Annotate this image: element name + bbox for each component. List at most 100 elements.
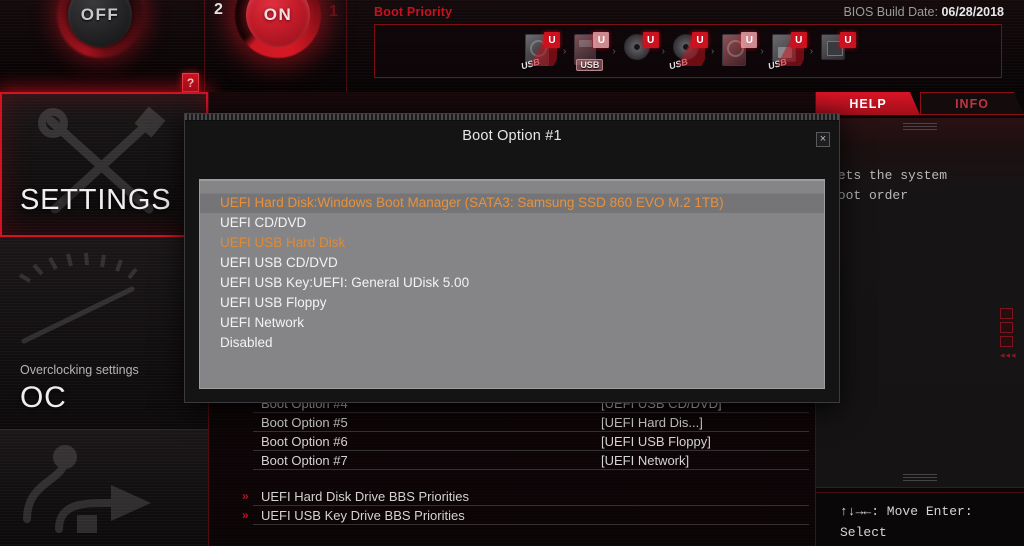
boot-option-list-item[interactable]: UEFI CD/DVD [200,213,824,233]
boot-priority-title: Boot Priority [374,5,453,19]
xmp-profile-2-number: 2 [214,1,223,18]
help-question-button[interactable]: ? [182,73,199,92]
tab-help-label: HELP [849,96,887,111]
boot-option-label: Boot Option #7 [261,452,348,468]
boot-option-list-item[interactable]: UEFI USB Key:UEFI: General UDisk 5.00 [200,273,824,293]
boot-device-uefi-usb-key[interactable]: USB U [569,31,610,71]
sidebar-tile-oc-subtitle: Overclocking settings [20,363,139,377]
tab-help[interactable]: HELP [816,92,920,115]
game-boost-cell[interactable]: OFF [0,0,205,92]
boot-order-chevron-icon: › [760,45,764,57]
game-boost-dial[interactable]: OFF [57,0,143,58]
xmp-dial[interactable]: ON [235,0,321,58]
boot-device-uefi-network[interactable]: U [816,31,857,71]
help-text: Sets the system boot order [830,168,948,203]
dialog-title: Boot Option #1 [462,128,562,144]
boot-option-row[interactable]: Boot Option #6 [UEFI USB Floppy] [253,432,809,451]
bios-build-date: BIOS Build Date: 06/28/2018 [843,5,1004,19]
sidebar-tile-settings[interactable]: SETTINGS [0,92,208,237]
edge-arrows-icon: ◂◂◂ [1000,350,1017,360]
boot-option-value: [UEFI Network] [601,452,690,468]
sidebar-tile-oc-label: OC [20,381,67,414]
uefi-badge-icon: U [642,32,659,48]
bbs-priority-label: UEFI Hard Disk Drive BBS Priorities [261,488,470,504]
boot-device-icon-row: USB U › USB U › U › USB U › U › USB U › U [520,31,857,71]
help-panel: Sets the system boot order ◂◂◂ [816,118,1024,488]
edge-square-icon [1000,336,1013,347]
uefi-badge-icon: U [790,32,807,48]
boot-priority-panel: Boot Priority BIOS Build Date: 06/28/201… [374,2,1012,88]
boot-option-value: [UEFI USB Floppy] [601,433,711,449]
boot-device-uefi-usb-cd-dvd[interactable]: U [717,31,758,71]
top-bar: OFF ON 2 1 ? Boot Priority BIOS Build Da… [0,0,1024,92]
help-info-tabs: HELP INFO [816,92,1024,118]
right-sidebar: HELP INFO Sets the system boot order ◂◂◂… [816,92,1024,546]
bios-build-date-value: 06/28/2018 [941,5,1004,19]
boot-options-list: Boot Option #4 [UEFI USB CD/DVD] Boot Opti… [242,394,809,525]
xmp-dial-label: ON [263,5,293,24]
boot-option-list-item[interactable]: UEFI USB Floppy [200,293,824,313]
usb-label-icon: USB [519,56,541,72]
close-icon[interactable]: × [816,132,830,147]
uefi-badge-icon: U [840,32,857,48]
device-glyph-icon: USB U [520,32,560,71]
keyboard-hints: ↑↓→←: Move Enter: Select [816,492,1024,546]
panel-grip-bottom-icon [903,474,937,481]
boot-option-list-item[interactable]: UEFI USB Hard Disk [200,233,824,253]
uefi-badge-icon: U [543,32,560,48]
tab-info-label: INFO [955,96,989,111]
game-boost-dial-label: OFF [80,5,120,24]
device-glyph-icon: USB U [574,32,610,71]
boot-order-chevron-icon: › [711,45,715,57]
boot-device-uefi-usb-hard-disk[interactable]: USB U [668,31,708,71]
uefi-badge-icon: U [593,32,610,48]
submenu-arrow-icon: » [242,488,249,503]
boot-order-chevron-icon: › [612,45,616,57]
bbs-priority-label: UEFI USB Key Drive BBS Priorities [261,507,465,523]
boot-order-chevron-icon: › [809,45,814,57]
boot-option-value: [UEFI Hard Dis...] [601,414,703,430]
uefi-badge-icon: U [741,32,758,48]
xmp-profile-1-number: 1 [329,3,338,20]
tab-info[interactable]: INFO [920,92,1024,115]
boot-option-list-item[interactable]: UEFI Hard Disk:Windows Boot Manager (SAT… [200,193,824,213]
sidebar-tile-oc[interactable]: Overclocking settings OC [0,237,208,430]
device-glyph-icon: USB U [767,32,807,71]
usb-label-icon: USB [667,56,690,72]
boot-option-listbox[interactable]: UEFI Hard Disk:Windows Boot Manager (SAT… [199,179,825,389]
device-glyph-icon: U [623,32,659,68]
bbs-priority-row[interactable]: » UEFI USB Key Drive BBS Priorities [242,506,809,525]
device-glyph-icon: USB U [668,32,708,71]
xmp-cell[interactable]: ON 2 1 [205,0,347,92]
edge-square-icon [1000,308,1013,319]
boot-option-row[interactable]: Boot Option #7 [UEFI Network] [253,451,809,470]
boot-device-uefi-usb-floppy[interactable]: USB U [767,31,807,71]
bios-screen: OFF ON 2 1 ? Boot Priority BIOS Build Da… [0,0,1024,546]
boot-option-list-item[interactable]: Disabled [200,333,824,353]
dialog-grille-icon [185,114,839,121]
sidebar-tile-mflash[interactable] [0,430,208,546]
boot-device-uefi-hard-disk[interactable]: USB U [520,31,560,71]
boot-order-chevron-icon: › [562,45,567,57]
usb-arrow-icon [0,430,208,546]
boot-option-list-item[interactable]: UEFI Network [200,313,824,333]
bios-build-date-label: BIOS Build Date: [843,5,938,19]
panel-grip-top-icon [903,123,937,130]
boot-option-label: Boot Option #5 [261,414,348,430]
boot-option-dialog: Boot Option #1 × UEFI Hard Disk:Windows … [184,113,840,403]
edge-marker-group: ◂◂◂ [1000,308,1020,361]
usb-label-icon: USB [576,59,604,71]
bbs-priority-row[interactable]: » UEFI Hard Disk Drive BBS Priorities [242,487,809,506]
sidebar-tile-settings-label: SETTINGS [20,184,172,216]
uefi-badge-icon: U [692,32,708,48]
boot-option-list-item[interactable]: UEFI USB CD/DVD [200,253,824,273]
boot-device-uefi-cd-dvd[interactable]: U [619,31,659,71]
usb-label-icon: USB [766,56,788,72]
boot-priority-box: USB U › USB U › U › USB U › U › USB U › U [374,24,1002,78]
device-glyph-icon: U [821,32,857,68]
device-glyph-icon: U [722,32,758,68]
submenu-arrow-icon: » [242,507,249,522]
left-sidebar: SETTINGS Overclocking settings OC [0,92,208,546]
boot-option-row[interactable]: Boot Option #5 [UEFI Hard Dis...] [253,413,809,432]
